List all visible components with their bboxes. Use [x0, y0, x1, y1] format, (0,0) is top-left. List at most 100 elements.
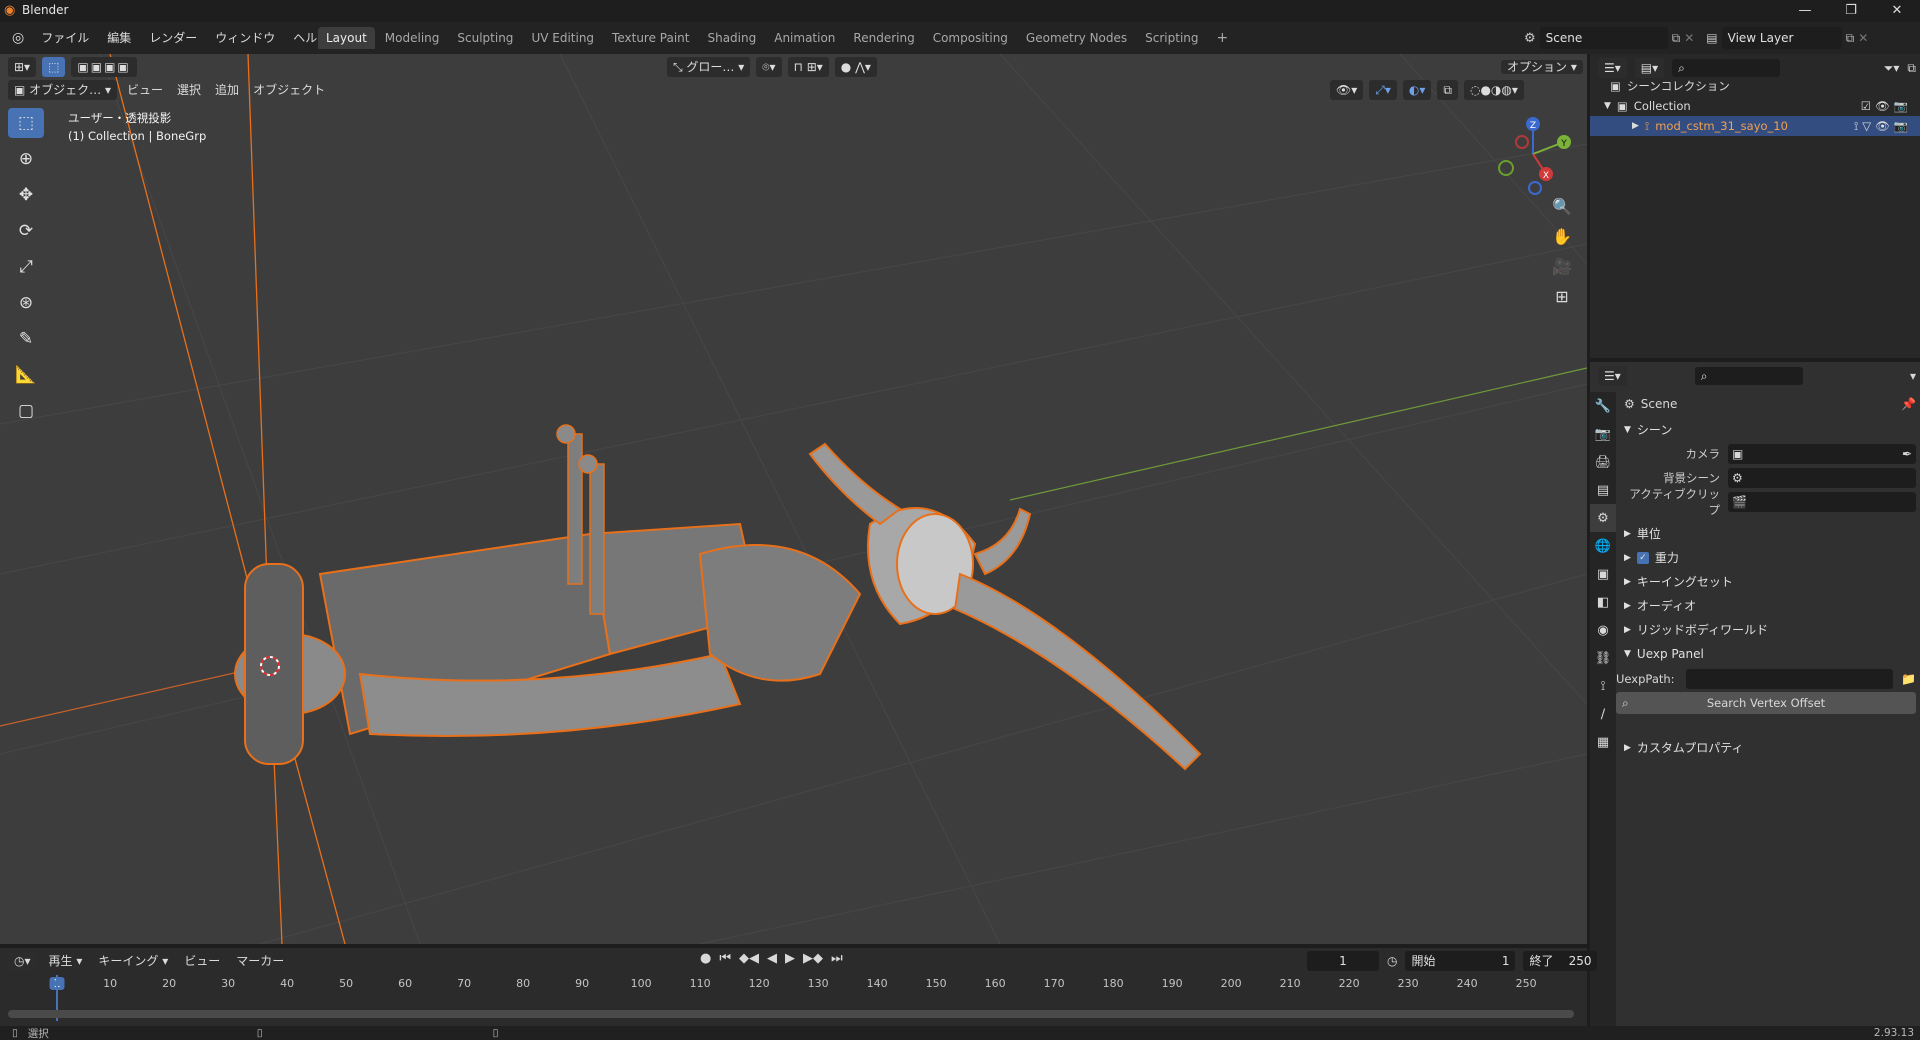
- start-frame-field[interactable]: 開始 1: [1405, 951, 1516, 971]
- delete-scene-icon[interactable]: ✕: [1684, 31, 1694, 45]
- audio-panel-header[interactable]: ▶ オーディオ: [1624, 594, 1916, 618]
- active-clip-field[interactable]: 🎬: [1728, 492, 1916, 512]
- display-mode-icon[interactable]: ▤▾: [1634, 58, 1665, 78]
- tool-tab-icon[interactable]: 🔧: [1590, 392, 1616, 420]
- record-icon[interactable]: ●: [700, 951, 711, 966]
- timeline-menu-marker[interactable]: マーカー: [232, 951, 288, 971]
- selection-mode-icons[interactable]: ▣▣▣▣: [71, 57, 137, 77]
- custom-properties-panel-header[interactable]: ▶ カスタムプロパティ: [1624, 736, 1916, 760]
- menu-render[interactable]: レンダー: [140, 22, 206, 54]
- units-panel-header[interactable]: ▶ 単位: [1624, 522, 1916, 546]
- new-collection-icon[interactable]: ⧉: [1907, 61, 1916, 76]
- snap-icon[interactable]: ⊓ ⊞▾: [787, 57, 829, 77]
- timeline-scrollbar[interactable]: [8, 1010, 1574, 1018]
- keying-sets-panel-header[interactable]: ▶ キーイングセット: [1624, 570, 1916, 594]
- tab-shading[interactable]: Shading: [699, 27, 764, 49]
- filter-icon[interactable]: ⏷▾: [1884, 61, 1900, 76]
- tab-animation[interactable]: Animation: [766, 27, 843, 49]
- character-mesh[interactable]: [234, 424, 1202, 771]
- add-workspace-icon[interactable]: +: [1209, 27, 1237, 49]
- texture-tab-icon[interactable]: ▦: [1590, 728, 1616, 756]
- view-layer-tab-icon[interactable]: ▤: [1590, 476, 1616, 504]
- output-tab-icon[interactable]: 🖨: [1590, 448, 1616, 476]
- outliner-object-row[interactable]: ▶ ⟟ mod_cstm_31_sayo_10 ⟟▽👁📷: [1590, 116, 1920, 136]
- physics-tab-icon[interactable]: ◉: [1590, 616, 1616, 644]
- expand-arrow-icon[interactable]: ▶: [1632, 116, 1639, 136]
- shading-modes-icon[interactable]: ◌●◑◍▾: [1463, 80, 1524, 100]
- maximize-button[interactable]: ❐: [1828, 0, 1874, 22]
- properties-search-input[interactable]: ⌕: [1694, 367, 1803, 385]
- scene-tab-icon[interactable]: ⚙: [1590, 504, 1616, 532]
- tab-layout[interactable]: Layout: [318, 27, 375, 49]
- scene-browse-icon[interactable]: ⚙: [1524, 31, 1536, 46]
- move-tool-icon[interactable]: ✥: [8, 180, 44, 210]
- folder-icon[interactable]: 📁: [1901, 672, 1916, 686]
- select-mode-icon[interactable]: ⬚: [42, 57, 66, 77]
- uexp-panel-header[interactable]: ▼ Uexp Panel: [1624, 642, 1916, 666]
- navigation-gizmo[interactable]: Z Y X: [1490, 112, 1576, 196]
- add-cube-tool-icon[interactable]: ▢: [8, 396, 44, 426]
- ortho-grid-icon[interactable]: ⊞: [1547, 281, 1577, 311]
- new-view-layer-icon[interactable]: ⧉: [1846, 31, 1855, 46]
- menu-file[interactable]: ファイル: [32, 22, 98, 54]
- rotate-tool-icon[interactable]: ⟳: [8, 216, 44, 246]
- scale-tool-icon[interactable]: ⤢: [8, 252, 44, 282]
- object-tab-icon[interactable]: ◧: [1590, 588, 1616, 616]
- jump-start-icon[interactable]: ⏮: [719, 951, 731, 966]
- object-mode-dropdown[interactable]: ▣ オブジェク… ▾: [8, 80, 118, 100]
- end-frame-field[interactable]: 終了 250: [1523, 951, 1598, 971]
- timeline-editor-icon[interactable]: ◷▾: [8, 951, 37, 971]
- eyedropper-icon[interactable]: ✒: [1902, 447, 1912, 461]
- tab-modeling[interactable]: Modeling: [377, 27, 448, 49]
- pin-icon[interactable]: 📌: [1901, 397, 1916, 411]
- select-box-tool-icon[interactable]: ⬚: [8, 108, 44, 138]
- constraints-tab-icon[interactable]: ⛓: [1590, 644, 1616, 672]
- scene-name-field[interactable]: Scene: [1539, 27, 1668, 49]
- outliner-search-input[interactable]: ⌕: [1672, 59, 1781, 77]
- prev-keyframe-icon[interactable]: ◆◀: [739, 951, 759, 966]
- viewport-menu-select[interactable]: 選択: [173, 80, 205, 100]
- search-vertex-offset-button[interactable]: ⌕ Search Vertex Offset: [1616, 692, 1916, 714]
- zoom-icon[interactable]: 🔍: [1547, 191, 1577, 221]
- menu-window[interactable]: ウィンドウ: [206, 22, 284, 54]
- gravity-panel-header[interactable]: ▶ ✓ 重力: [1624, 546, 1916, 570]
- delete-view-layer-icon[interactable]: ✕: [1858, 31, 1868, 45]
- cursor-tool-icon[interactable]: ⊕: [8, 144, 44, 174]
- rigid-body-world-panel-header[interactable]: ▶ リジッドボディワールド: [1624, 618, 1916, 642]
- play-icon[interactable]: ▶: [785, 951, 795, 966]
- tab-texture-paint[interactable]: Texture Paint: [604, 27, 697, 49]
- tab-compositing[interactable]: Compositing: [925, 27, 1016, 49]
- blender-menu-icon[interactable]: ◎: [4, 30, 32, 46]
- menu-edit[interactable]: 編集: [98, 22, 140, 54]
- current-frame-field[interactable]: 1: [1307, 951, 1379, 971]
- timeline-menu-keying[interactable]: キーイング ▾: [94, 951, 172, 971]
- armature-data-tab-icon[interactable]: ⟟: [1590, 672, 1616, 700]
- render-tab-icon[interactable]: 📷: [1590, 420, 1616, 448]
- viewport-menu-view[interactable]: ビュー: [123, 80, 167, 100]
- collection-toggles-icon[interactable]: ☑👁📷: [1861, 96, 1912, 116]
- timeline-ruler[interactable]: 1102030405060708090100110120130140150160…: [0, 974, 1587, 996]
- outliner-collection-row[interactable]: ▼ ▣ Collection ☑👁📷: [1604, 96, 1920, 116]
- pan-hand-icon[interactable]: ✋: [1547, 221, 1577, 251]
- view-layer-browse-icon[interactable]: ▤: [1706, 31, 1717, 45]
- close-button[interactable]: ✕: [1874, 0, 1920, 22]
- play-reverse-icon[interactable]: ◀: [767, 951, 777, 966]
- measure-tool-icon[interactable]: 📐: [8, 360, 44, 390]
- viewport-scene[interactable]: [0, 54, 1587, 944]
- annotate-tool-icon[interactable]: ✎: [8, 324, 44, 354]
- object-toggles-icon[interactable]: ⟟▽👁📷: [1854, 116, 1912, 136]
- overlay-toggle-icon[interactable]: ◐▾: [1402, 80, 1432, 100]
- outliner-scene-collection[interactable]: ▣ シーンコレクション: [1610, 76, 1920, 96]
- uexp-path-input[interactable]: [1686, 669, 1894, 689]
- 3d-viewport[interactable]: ⊞▾ ⬚ ▣▣▣▣ ⤡ グロー… ▾ ⌾▾ ⊓ ⊞▾ ● ⋀▾ オプション ▾ …: [0, 54, 1587, 944]
- tab-rendering[interactable]: Rendering: [845, 27, 922, 49]
- gravity-checkbox[interactable]: ✓: [1636, 552, 1649, 564]
- new-scene-icon[interactable]: ⧉: [1672, 31, 1681, 46]
- tab-scripting[interactable]: Scripting: [1137, 27, 1206, 49]
- visibility-icon[interactable]: 👁▾: [1330, 80, 1364, 100]
- transform-orientation-dropdown[interactable]: ⤡ グロー… ▾: [667, 57, 751, 77]
- xray-icon[interactable]: ⧉: [1437, 80, 1458, 100]
- timeline-menu-view[interactable]: ビュー: [180, 951, 224, 971]
- tab-uv-editing[interactable]: UV Editing: [523, 27, 602, 49]
- viewport-menu-add[interactable]: 追加: [211, 80, 243, 100]
